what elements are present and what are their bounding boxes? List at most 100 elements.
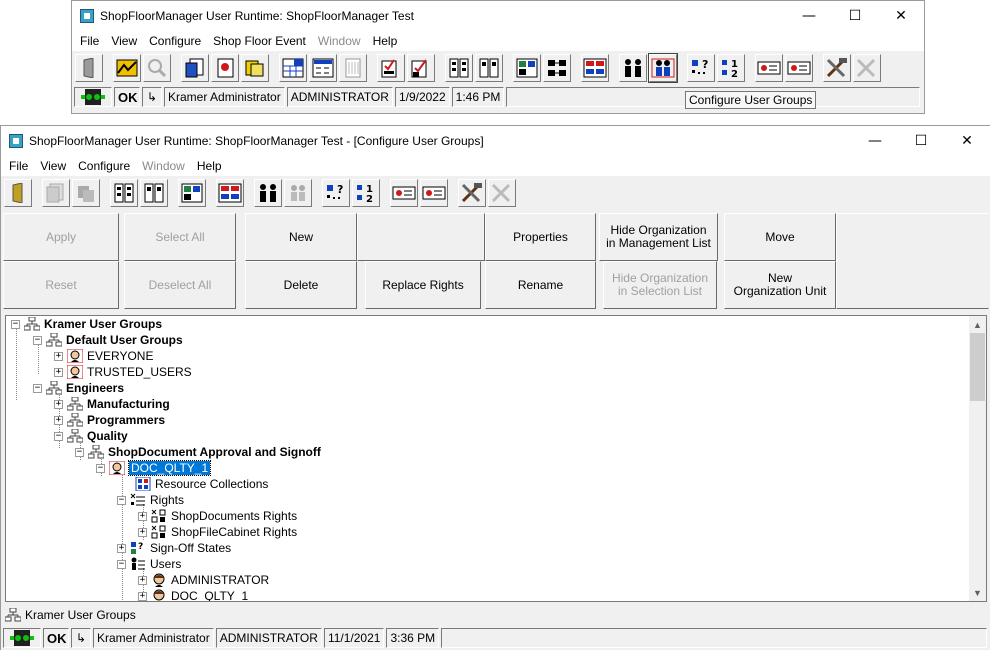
tree-node[interactable]: + ShopFileCabinet Rights bbox=[138, 524, 297, 540]
hide-in-management-list-button[interactable]: Hide Organization in Management List bbox=[599, 213, 718, 261]
replace-rights-button[interactable]: Replace Rights bbox=[365, 261, 481, 309]
expand-toggle[interactable]: + bbox=[54, 367, 63, 377]
columns2-icon[interactable] bbox=[140, 179, 168, 207]
vertical-scrollbar[interactable]: ▲ ▼ bbox=[969, 316, 986, 601]
door-icon[interactable] bbox=[4, 179, 32, 207]
red-blocks-icon[interactable] bbox=[581, 54, 609, 82]
card2-icon[interactable] bbox=[420, 179, 448, 207]
collapse-toggle[interactable]: − bbox=[33, 383, 42, 393]
properties-button[interactable]: Properties bbox=[485, 213, 596, 261]
tree-node[interactable]: + Manufacturing bbox=[54, 396, 170, 412]
menu-file[interactable]: File bbox=[74, 34, 105, 48]
menu-view[interactable]: View bbox=[34, 159, 72, 173]
document-icon[interactable] bbox=[181, 54, 209, 82]
tree-node[interactable]: Resource Collections bbox=[135, 476, 268, 492]
card-icon[interactable] bbox=[390, 179, 418, 207]
new-organization-unit-button[interactable]: New Organization Unit bbox=[724, 261, 836, 309]
expand-toggle[interactable]: + bbox=[138, 575, 147, 585]
network-icon[interactable] bbox=[543, 54, 571, 82]
chart-icon[interactable] bbox=[113, 54, 141, 82]
tree-node[interactable]: + EVERYONE bbox=[54, 348, 153, 364]
scroll-up-icon[interactable]: ▲ bbox=[969, 316, 986, 333]
hide-in-selection-list-button[interactable]: Hide Organization in Selection List bbox=[603, 261, 717, 309]
tree-node[interactable]: + TRUSTED_USERS bbox=[54, 364, 192, 380]
tree-node[interactable]: − Quality bbox=[54, 428, 128, 444]
delete-button[interactable]: Delete bbox=[245, 261, 357, 309]
maximize-button[interactable]: ☐ bbox=[898, 126, 944, 156]
menu-help[interactable]: Help bbox=[191, 159, 228, 173]
move-button[interactable]: Move bbox=[724, 213, 836, 261]
columns-icon[interactable] bbox=[445, 54, 473, 82]
collapse-toggle[interactable]: − bbox=[11, 319, 20, 329]
columns2-icon[interactable] bbox=[475, 54, 503, 82]
minimize-button[interactable]: — bbox=[852, 126, 898, 156]
tools-disabled-icon[interactable] bbox=[488, 179, 516, 207]
menu-window[interactable]: Window bbox=[136, 159, 191, 173]
tree-node[interactable]: + DOC_QLTY_1 bbox=[138, 588, 248, 601]
menu-view[interactable]: View bbox=[105, 34, 143, 48]
collapse-toggle[interactable]: − bbox=[75, 447, 84, 457]
expand-toggle[interactable]: + bbox=[117, 543, 126, 553]
close-button[interactable]: ✕ bbox=[878, 1, 924, 31]
columns-icon[interactable] bbox=[110, 179, 138, 207]
documents-disabled-icon[interactable] bbox=[42, 179, 70, 207]
tools-icon[interactable] bbox=[458, 179, 486, 207]
tree-node[interactable]: − DOC_QLTY_1 bbox=[96, 460, 212, 476]
door-icon[interactable] bbox=[75, 54, 103, 82]
collapse-toggle[interactable]: − bbox=[33, 335, 42, 345]
grid-blue-icon[interactable] bbox=[279, 54, 307, 82]
menu-configure[interactable]: Configure bbox=[72, 159, 136, 173]
tools-icon[interactable] bbox=[823, 54, 851, 82]
expand-toggle[interactable]: + bbox=[54, 399, 63, 409]
users-icon[interactable] bbox=[254, 179, 282, 207]
collapse-toggle[interactable]: − bbox=[96, 463, 105, 473]
select-all-button[interactable]: Select All bbox=[124, 213, 236, 261]
rename-button[interactable]: Rename bbox=[485, 261, 596, 309]
table-icon[interactable] bbox=[309, 54, 337, 82]
scroll-thumb[interactable] bbox=[970, 333, 985, 401]
tree-node[interactable]: − Kramer User Groups bbox=[11, 316, 162, 332]
new-button[interactable]: New bbox=[245, 213, 357, 261]
menu-file[interactable]: File bbox=[3, 159, 34, 173]
copy-disabled-icon[interactable] bbox=[72, 179, 100, 207]
grid-green-icon[interactable] bbox=[513, 54, 541, 82]
checkmark-icon[interactable] bbox=[407, 54, 435, 82]
tree-node[interactable]: + ? Sign-Off States bbox=[117, 540, 231, 556]
menu-help[interactable]: Help bbox=[367, 34, 404, 48]
scroll-down-icon[interactable]: ▼ bbox=[969, 584, 986, 601]
users-icon[interactable] bbox=[619, 54, 647, 82]
user-groups-tree[interactable]: − Kramer User Groups − Default User Grou… bbox=[5, 315, 987, 602]
expand-toggle[interactable]: + bbox=[138, 527, 147, 537]
user-groups-icon[interactable] bbox=[648, 53, 678, 83]
minimize-button[interactable]: — bbox=[786, 1, 832, 31]
tree-node[interactable]: − ShopDocument Approval and Signoff bbox=[75, 444, 321, 460]
expand-toggle[interactable]: + bbox=[138, 591, 147, 601]
folders-icon[interactable] bbox=[241, 54, 269, 82]
tree-node[interactable]: − Users bbox=[117, 556, 181, 572]
apply-button[interactable]: Apply bbox=[3, 213, 119, 261]
red-document-icon[interactable] bbox=[211, 54, 239, 82]
expand-toggle[interactable]: + bbox=[54, 415, 63, 425]
collapse-toggle[interactable]: − bbox=[117, 559, 126, 569]
menu-configure[interactable]: Configure bbox=[143, 34, 207, 48]
list-icon[interactable] bbox=[339, 54, 367, 82]
tree-node[interactable]: − Default User Groups bbox=[33, 332, 183, 348]
menu-window[interactable]: Window bbox=[312, 34, 367, 48]
tree-node[interactable]: + ADMINISTRATOR bbox=[138, 572, 269, 588]
card-icon[interactable] bbox=[755, 54, 783, 82]
query-icon[interactable]: ? bbox=[687, 54, 715, 82]
user-groups-disabled-icon[interactable] bbox=[284, 179, 312, 207]
collapse-toggle[interactable]: − bbox=[54, 431, 63, 441]
menu-shop-floor-event[interactable]: Shop Floor Event bbox=[207, 34, 312, 48]
tree-node[interactable]: − Engineers bbox=[33, 380, 124, 396]
numbered-icon[interactable]: 12 bbox=[717, 54, 745, 82]
numbered-icon[interactable]: 12 bbox=[352, 179, 380, 207]
tools-disabled-icon[interactable] bbox=[853, 54, 881, 82]
tree-node[interactable]: + Programmers bbox=[54, 412, 165, 428]
tree-node[interactable]: − Rights bbox=[117, 492, 184, 508]
maximize-button[interactable]: ☐ bbox=[832, 1, 878, 31]
reset-button[interactable]: Reset bbox=[3, 261, 119, 309]
checklist-icon[interactable] bbox=[377, 54, 405, 82]
collapse-toggle[interactable]: − bbox=[117, 495, 126, 505]
grid-green-icon[interactable] bbox=[178, 179, 206, 207]
